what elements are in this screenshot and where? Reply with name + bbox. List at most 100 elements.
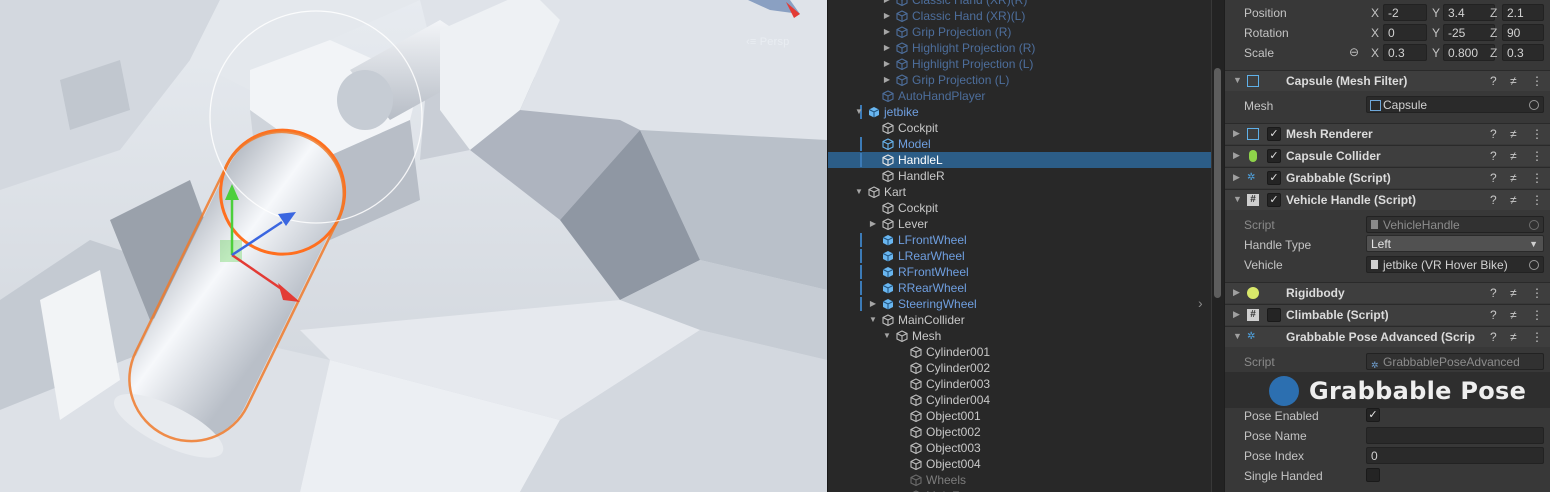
hierarchy-item[interactable]: Object001 <box>828 408 1211 424</box>
rotation-z-axis[interactable]: Z <box>1490 26 1497 40</box>
collapse-arrow-icon[interactable]: ▼ <box>854 104 864 120</box>
hierarchy-item[interactable]: ▶ Grip Projection (R) <box>828 24 1211 40</box>
expand-arrow-icon[interactable]: ▶ <box>1233 150 1240 161</box>
help-icon[interactable]: ? <box>1490 149 1497 163</box>
hierarchy-item[interactable]: Cylinder002 <box>828 360 1211 376</box>
presets-icon[interactable]: ≠ <box>1510 308 1517 322</box>
pose-enabled-checkbox[interactable]: ✓ <box>1366 408 1380 422</box>
climbable-header[interactable]: ▶ # ✓ Climbable (Script) ? ≠ ⋮ <box>1225 304 1550 325</box>
handle-type-dropdown[interactable]: Left ▼ <box>1366 235 1544 252</box>
grabbable-header[interactable]: ▶ ✲ ✓ Grabbable (Script) ? ≠ ⋮ <box>1225 167 1550 188</box>
hierarchy-item[interactable]: Cylinder004 <box>828 392 1211 408</box>
more-icon[interactable]: ⋮ <box>1531 330 1543 344</box>
expand-arrow-icon[interactable]: ▶ <box>882 72 892 88</box>
mesh-renderer-enabled-checkbox[interactable]: ✓ <box>1267 127 1281 141</box>
hierarchy-panel[interactable]: ▶ Classic Hand (XR)(R) ▶ Classic Hand (XR)(… <box>827 0 1211 492</box>
vehicle-handle-enabled-checkbox[interactable]: ✓ <box>1267 193 1281 207</box>
scale-y-field[interactable]: 0.800 <box>1443 44 1495 61</box>
expand-arrow-icon[interactable]: ▼ <box>1233 331 1242 341</box>
position-y-axis[interactable]: Y <box>1432 6 1440 20</box>
expand-arrow-icon[interactable]: ▶ <box>882 40 892 56</box>
mesh-renderer-header[interactable]: ▶ ✓ Mesh Renderer ? ≠ ⋮ <box>1225 123 1550 144</box>
mesh-field[interactable]: Capsule <box>1366 96 1544 113</box>
rotation-x-axis[interactable]: X <box>1371 26 1379 40</box>
presets-icon[interactable]: ≠ <box>1510 193 1517 207</box>
expand-arrow-icon[interactable]: ▶ <box>868 216 878 232</box>
hierarchy-item[interactable]: Object004 <box>828 456 1211 472</box>
presets-icon[interactable]: ≠ <box>1510 171 1517 185</box>
hierarchy-item[interactable]: Object002 <box>828 424 1211 440</box>
hierarchy-item[interactable]: Cylinder001 <box>828 344 1211 360</box>
object-picker-icon[interactable] <box>1529 100 1539 110</box>
hierarchy-item[interactable]: LRearWheel <box>828 248 1211 264</box>
more-icon[interactable]: ⋮ <box>1531 74 1543 88</box>
hierarchy-item[interactable]: AutoHandPlayer <box>828 88 1211 104</box>
chevron-right-icon[interactable]: › <box>1198 295 1203 311</box>
position-x-axis[interactable]: X <box>1371 6 1379 20</box>
collapse-arrow-icon[interactable]: ▼ <box>868 312 878 328</box>
hierarchy-item[interactable]: ▶ Lever <box>828 216 1211 232</box>
collapse-arrow-icon[interactable]: ▼ <box>854 184 864 200</box>
hierarchy-item[interactable]: Cylinder003 <box>828 376 1211 392</box>
presets-icon[interactable]: ≠ <box>1510 127 1517 141</box>
position-x-field[interactable]: -2 <box>1383 4 1427 21</box>
hierarchy-item[interactable]: RFrontWheel <box>828 264 1211 280</box>
expand-arrow-icon[interactable]: ▶ <box>1233 172 1240 183</box>
hierarchy-item[interactable]: ▶ SteeringWheel <box>828 296 1211 312</box>
more-icon[interactable]: ⋮ <box>1531 193 1543 207</box>
position-z-field[interactable]: 2.1 <box>1502 4 1544 21</box>
hierarchy-scroll-thumb[interactable] <box>1214 68 1221 298</box>
position-y-field[interactable]: 3.4 <box>1443 4 1495 21</box>
scene-view[interactable]: ‹≡ Persp <box>0 0 827 492</box>
more-icon[interactable]: ⋮ <box>1531 286 1543 300</box>
hierarchy-item[interactable]: Cockpit <box>828 200 1211 216</box>
collapse-arrow-icon[interactable]: ▼ <box>882 328 892 344</box>
hierarchy-item[interactable]: LFrontWheel <box>828 232 1211 248</box>
single-handed-checkbox[interactable]: ✓ <box>1366 468 1380 482</box>
expand-arrow-icon[interactable]: ▶ <box>882 56 892 72</box>
object-picker-icon[interactable] <box>1529 260 1539 270</box>
vehicle-field[interactable]: jetbike (VR Hover Bike) <box>1366 256 1544 273</box>
scale-z-axis[interactable]: Z <box>1490 46 1497 60</box>
expand-arrow-icon[interactable]: ▶ <box>882 24 892 40</box>
mesh-filter-header[interactable]: ▼ Capsule (Mesh Filter) ? ≠ ⋮ <box>1225 70 1550 91</box>
rotation-y-field[interactable]: -25 <box>1443 24 1495 41</box>
scale-z-field[interactable]: 0.3 <box>1502 44 1544 61</box>
scale-x-field[interactable]: 0.3 <box>1383 44 1427 61</box>
rigidbody-header[interactable]: ▶ Rigidbody ? ≠ ⋮ <box>1225 282 1550 303</box>
rotation-x-field[interactable]: 0 <box>1383 24 1427 41</box>
hierarchy-item[interactable]: ▶ Grip Projection (L) <box>828 72 1211 88</box>
hierarchy-item[interactable]: ▶ Highlight Projection (R) <box>828 40 1211 56</box>
expand-arrow-icon[interactable]: ▶ <box>1233 128 1240 139</box>
hierarchy-item[interactable]: ▶ Classic Hand (XR)(L) <box>828 8 1211 24</box>
expand-arrow-icon[interactable]: ▼ <box>1233 194 1242 204</box>
pose-index-field[interactable]: 0 <box>1366 447 1544 464</box>
expand-arrow-icon[interactable]: ▶ <box>882 0 892 8</box>
presets-icon[interactable]: ≠ <box>1510 74 1517 88</box>
more-icon[interactable]: ⋮ <box>1531 171 1543 185</box>
scale-y-axis[interactable]: Y <box>1432 46 1440 60</box>
hierarchy-item[interactable]: RRearWheel <box>828 280 1211 296</box>
hierarchy-item[interactable]: Cockpit <box>828 120 1211 136</box>
help-icon[interactable]: ? <box>1490 193 1497 207</box>
hierarchy-item[interactable]: ▼ Mesh <box>828 328 1211 344</box>
expand-arrow-icon[interactable]: ▶ <box>1233 309 1240 320</box>
presets-icon[interactable]: ≠ <box>1510 330 1517 344</box>
grabbable-enabled-checkbox[interactable]: ✓ <box>1267 171 1281 185</box>
scene-perspective-label[interactable]: ‹≡ Persp <box>746 36 789 48</box>
presets-icon[interactable]: ≠ <box>1510 286 1517 300</box>
hierarchy-item[interactable]: Wheels <box>828 472 1211 488</box>
capsule-collider-header[interactable]: ▶ ✓ Capsule Collider ? ≠ ⋮ <box>1225 145 1550 166</box>
help-icon[interactable]: ? <box>1490 308 1497 322</box>
help-icon[interactable]: ? <box>1490 330 1497 344</box>
grabbable-pose-advanced-header[interactable]: ▼ ✲ Grabbable Pose Advanced (Scrip ? ≠ ⋮ <box>1225 326 1550 347</box>
link-icon[interactable]: ⊖ <box>1349 45 1359 59</box>
hierarchy-item[interactable]: ▶ Classic Hand (XR)(R) <box>828 0 1211 8</box>
help-icon[interactable]: ? <box>1490 171 1497 185</box>
hierarchy-item[interactable]: ▼ jetbike <box>828 104 1211 120</box>
hierarchy-scrollbar[interactable] <box>1212 0 1224 492</box>
presets-icon[interactable]: ≠ <box>1510 149 1517 163</box>
hierarchy-item[interactable]: Object003 <box>828 440 1211 456</box>
expand-arrow-icon[interactable]: ▶ <box>1233 287 1240 298</box>
hierarchy-item[interactable]: HandleR <box>828 168 1211 184</box>
